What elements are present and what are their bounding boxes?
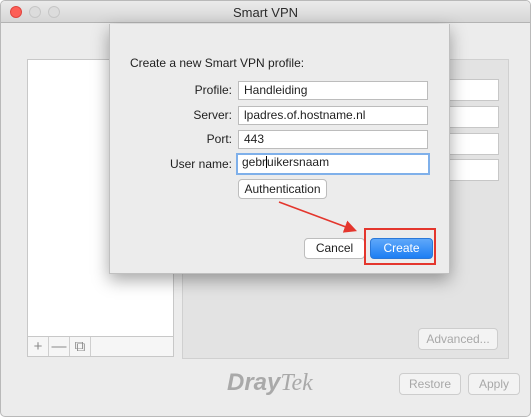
port-input[interactable]: 443 [238, 130, 428, 149]
detail-field-2[interactable] [443, 106, 499, 128]
authentication-button[interactable]: Authentication [238, 179, 327, 199]
cancel-button[interactable]: Cancel [304, 238, 365, 259]
username-label: User name: [169, 157, 232, 171]
detail-field-1[interactable] [443, 79, 499, 101]
username-text-after-caret: uikersnaam [267, 155, 330, 169]
server-input[interactable]: lpadres.of.hostname.nl [238, 106, 428, 125]
draytek-logo: DrayTek [227, 369, 313, 397]
sheet-heading: Create a new Smart VPN profile: [130, 56, 305, 70]
advanced-button[interactable]: Advanced... [418, 328, 498, 350]
add-profile-button[interactable]: + [28, 337, 49, 356]
apply-button[interactable]: Apply [468, 373, 520, 395]
create-highlight-box [364, 228, 436, 265]
remove-profile-button[interactable]: — [49, 337, 70, 356]
title-bar: Smart VPN [1, 1, 530, 23]
profile-label: Profile: [194, 83, 232, 97]
server-label: Server: [193, 108, 232, 122]
profile-input[interactable]: Handleiding [238, 81, 428, 100]
restore-button[interactable]: Restore [399, 373, 461, 395]
logo-part-tek: Tek [280, 370, 313, 396]
profile-list-toolbar: + — ⧉ [27, 337, 174, 357]
detail-field-4[interactable] [443, 159, 499, 181]
window-title: Smart VPN [232, 5, 298, 20]
port-label: Port: [206, 132, 232, 146]
username-input[interactable]: gebruikersnaam [236, 153, 430, 175]
detail-field-3[interactable] [443, 133, 499, 155]
smart-vpn-window: Smart VPN + — ⧉ Advanced... DrayTek Rest… [0, 0, 531, 417]
duplicate-profile-button[interactable]: ⧉ [70, 337, 91, 356]
logo-part-dray: Dray [227, 369, 281, 396]
username-text-before-caret: gebr [242, 155, 267, 169]
